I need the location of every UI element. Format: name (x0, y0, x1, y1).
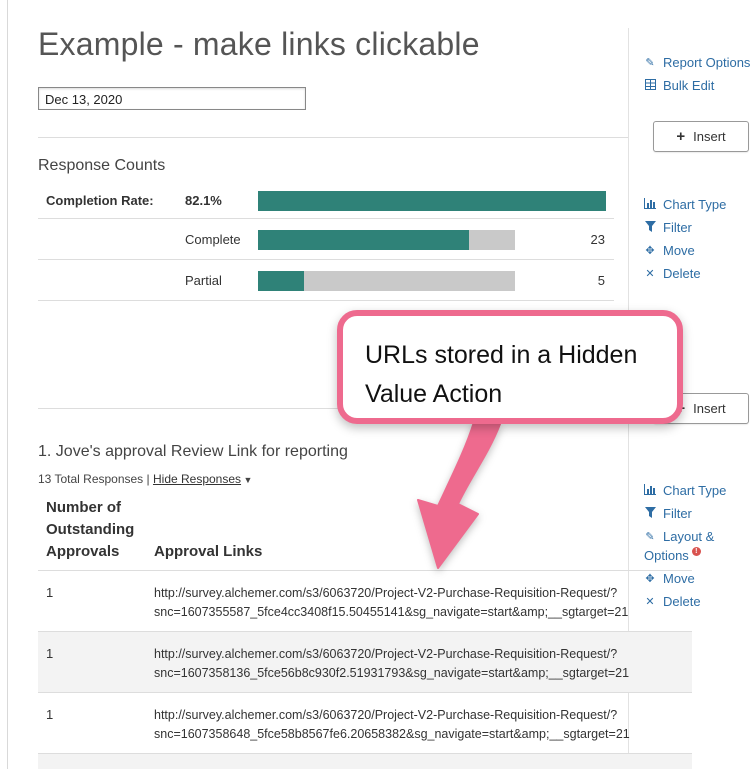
complete-count: 23 (590, 232, 605, 247)
move-link[interactable]: ✥ Move (644, 243, 695, 258)
row-url: http://survey.alchemer.com/s3/6063720/Pr… (154, 708, 630, 741)
move-label: Move (663, 243, 695, 258)
move-icon: ✥ (645, 573, 655, 585)
layout-options-label-2: Options (644, 548, 689, 563)
delete-link[interactable]: ✕ Delete (644, 266, 701, 281)
left-divider (7, 0, 8, 769)
complete-label: Complete (185, 232, 241, 247)
total-responses: 13 Total Responses | (38, 472, 150, 486)
bulk-edit-label: Bulk Edit (663, 78, 715, 93)
partial-bar-fill (258, 271, 305, 291)
table-icon (644, 78, 656, 93)
bar-chart-icon (644, 197, 656, 212)
filter-link[interactable]: Filter (644, 220, 692, 235)
report-options-label: Report Options (663, 55, 751, 70)
delete-link[interactable]: ✕ Delete (644, 594, 701, 609)
completion-rate-label: Completion Rate: (46, 193, 154, 208)
completion-rate-bar (258, 191, 606, 211)
insert-button[interactable]: + Insert (653, 121, 749, 152)
report-options-link[interactable]: ✎ Report Options (644, 55, 750, 70)
close-icon: ✕ (645, 268, 655, 280)
plus-icon: + (676, 128, 686, 145)
question-title: 1. Jove's approval Review Link for repor… (38, 443, 348, 460)
filter-label: Filter (663, 506, 692, 521)
row-number: 1 (46, 707, 54, 722)
move-icon: ✥ (645, 245, 655, 257)
col-header-number[interactable]: Number of Outstanding Approvals (46, 497, 156, 563)
pencil-icon: ✎ (645, 531, 655, 543)
row-number: 1 (46, 585, 54, 600)
complete-bar (258, 230, 515, 250)
filter-link[interactable]: Filter (644, 506, 692, 521)
alert-icon: ! (691, 547, 701, 556)
row-url: http://survey.alchemer.com/s3/6063720/Pr… (154, 647, 630, 680)
row-url: http://survey.alchemer.com/s3/6063720/Pr… (154, 586, 629, 619)
insert-label: Insert (693, 401, 726, 416)
complete-bar-fill (258, 230, 469, 250)
chart-type-link[interactable]: Chart Type (644, 483, 726, 498)
delete-label: Delete (663, 594, 701, 609)
bulk-edit-link[interactable]: Bulk Edit (644, 78, 714, 93)
hide-responses-link[interactable]: Hide Responses (153, 472, 241, 486)
bar-chart-icon (644, 483, 656, 498)
layout-options-link-2[interactable]: Options ! (644, 547, 701, 563)
filter-label: Filter (663, 220, 692, 235)
page-title: Example - make links clickable (38, 26, 480, 62)
table-row: 1 http://survey.alchemer.com/s3/6063720/… (38, 692, 692, 753)
response-counts-title: Response Counts (38, 157, 166, 174)
move-link[interactable]: ✥ Move (644, 571, 695, 586)
partial-label: Partial (185, 273, 222, 288)
chart-type-label: Chart Type (663, 483, 727, 498)
row-divider (38, 300, 614, 301)
chart-type-label: Chart Type (663, 197, 727, 212)
move-label: Move (663, 571, 695, 586)
section-divider (38, 137, 628, 138)
delete-label: Delete (663, 266, 701, 281)
date-input[interactable]: Dec 13, 2020 (38, 87, 306, 110)
chart-type-link[interactable]: Chart Type (644, 197, 726, 212)
table-row: 1 http://survey.alchemer.com/s3/6063720/… (38, 631, 692, 692)
row-divider (38, 218, 614, 219)
responses-summary: 13 Total Responses | Hide Responses ▼ (38, 472, 252, 486)
row-divider (38, 259, 614, 260)
pencil-icon: ✎ (645, 57, 655, 69)
table-row (38, 753, 692, 769)
row-number: 1 (46, 646, 54, 661)
col-header-links[interactable]: Approval Links (154, 541, 262, 563)
annotation-callout: URLs stored in a Hidden Value Action (337, 310, 683, 424)
layout-options-link[interactable]: ✎ Layout & (644, 529, 714, 544)
partial-count: 5 (597, 273, 605, 288)
insert-label: Insert (693, 129, 726, 144)
layout-options-label-1: Layout & (663, 529, 715, 544)
filter-icon (644, 220, 656, 235)
filter-icon (644, 506, 656, 521)
table-row: 1 http://survey.alchemer.com/s3/6063720/… (38, 570, 692, 631)
completion-rate-bar-fill (258, 191, 606, 211)
close-icon: ✕ (645, 596, 655, 608)
completion-rate-value: 82.1% (185, 193, 222, 208)
partial-bar (258, 271, 515, 291)
caret-down-icon: ▼ (241, 475, 253, 485)
